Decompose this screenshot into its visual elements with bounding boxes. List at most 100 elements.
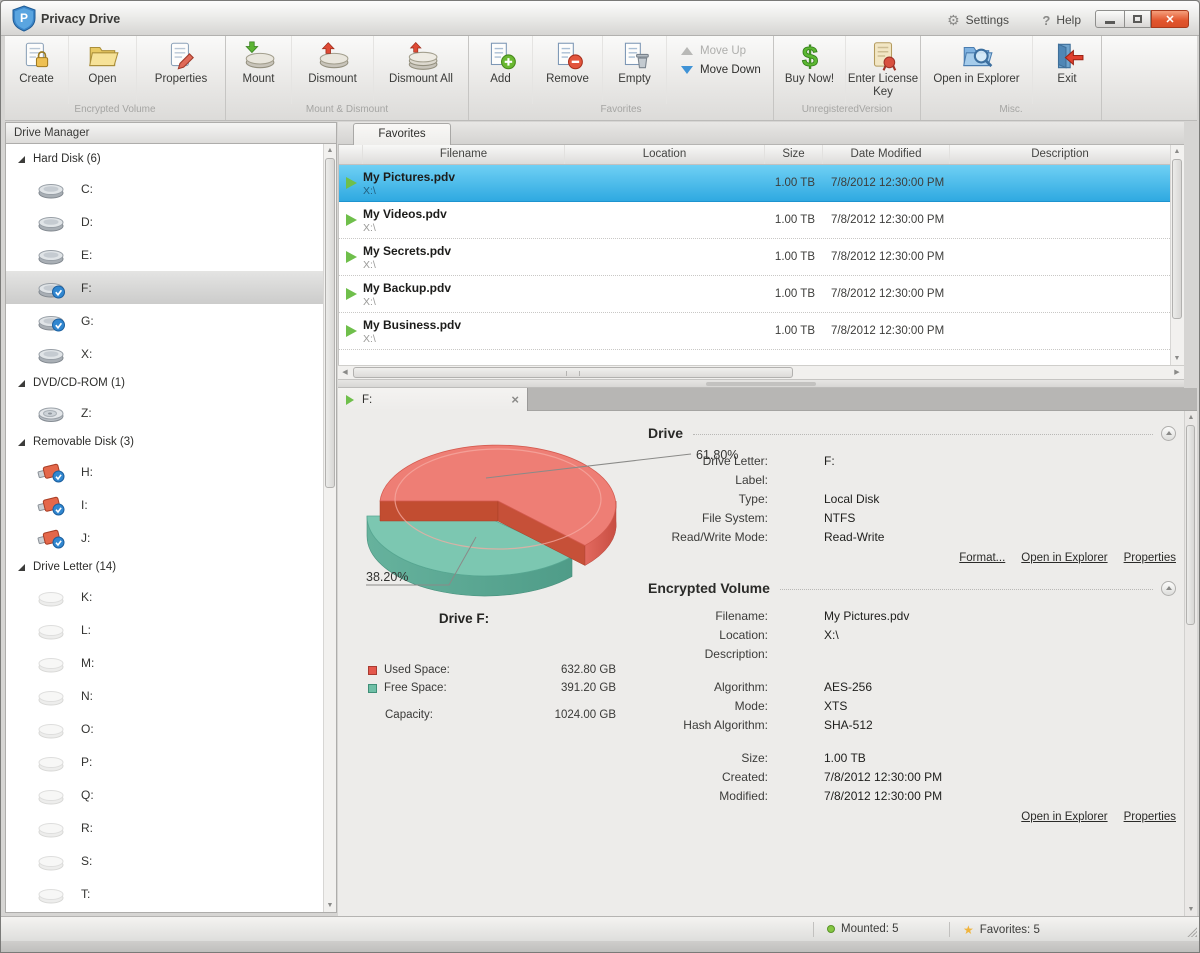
close-tab-icon[interactable]: × bbox=[511, 392, 519, 407]
properties-link[interactable]: Properties bbox=[1124, 552, 1176, 564]
table-vertical-scrollbar[interactable]: ▲ ▼ bbox=[1170, 145, 1184, 365]
empty-favorites-button[interactable]: Empty bbox=[603, 36, 667, 104]
field-label: File System: bbox=[648, 511, 768, 525]
status-separator bbox=[813, 922, 814, 937]
table-horizontal-scrollbar[interactable]: ◀ ▶ bbox=[338, 365, 1184, 379]
dismount-all-icon bbox=[404, 41, 438, 71]
tree-item-drive[interactable]: X: bbox=[6, 337, 336, 370]
toolbar-group-mount-dismount: Mount Dismount bbox=[226, 36, 469, 120]
buy-now-button[interactable]: $ Buy Now! bbox=[774, 36, 846, 104]
tree-group-removable[interactable]: Removable Disk (3) bbox=[6, 429, 336, 455]
empty-drive-icon bbox=[36, 586, 66, 608]
tree-group-drive-letter[interactable]: Drive Letter (14) bbox=[6, 554, 336, 580]
table-row[interactable]: My Videos.pdvX:\ 1.00 TB 7/8/2012 12:30:… bbox=[339, 202, 1170, 239]
collapse-button[interactable] bbox=[1161, 581, 1176, 596]
exit-button[interactable]: Exit bbox=[1033, 36, 1101, 104]
open-in-explorer-button[interactable]: Open in Explorer bbox=[921, 36, 1033, 104]
column-date-modified[interactable]: Date Modified bbox=[823, 145, 950, 164]
mount-button[interactable]: Mount bbox=[226, 36, 292, 104]
add-favorite-button[interactable]: Add bbox=[469, 36, 533, 104]
field-label: Description: bbox=[648, 647, 768, 661]
scrollbar-thumb[interactable] bbox=[325, 158, 335, 488]
tree-group-hard-disk[interactable]: Hard Disk (6) bbox=[6, 146, 336, 172]
tree-item-drive[interactable]: K: bbox=[6, 580, 336, 613]
properties-button[interactable]: Properties bbox=[137, 36, 225, 104]
window-controls: ✕ bbox=[1095, 10, 1189, 28]
scroll-up-arrow[interactable]: ▲ bbox=[324, 144, 336, 157]
tree-item-drive[interactable]: L: bbox=[6, 613, 336, 646]
table-row[interactable]: My Pictures.pdvX:\ 1.00 TB 7/8/2012 12:3… bbox=[339, 165, 1170, 202]
resize-grip[interactable] bbox=[1185, 925, 1197, 937]
removable-disk-icon bbox=[36, 494, 66, 516]
toolbar-group-unregistered: $ Buy Now! Enter License Key Unregistere… bbox=[774, 36, 921, 120]
tree-item-drive[interactable]: G: bbox=[6, 304, 336, 337]
scroll-up-arrow[interactable]: ▲ bbox=[1185, 411, 1197, 424]
minimize-button[interactable] bbox=[1095, 10, 1125, 28]
move-down-button[interactable]: Move Down bbox=[681, 64, 773, 76]
tree-item-drive[interactable]: R: bbox=[6, 811, 336, 844]
create-button[interactable]: Create bbox=[5, 36, 69, 104]
scroll-down-arrow[interactable]: ▼ bbox=[1185, 903, 1197, 916]
tab-drive-f[interactable]: F: × bbox=[338, 388, 528, 411]
tree-item-drive[interactable]: H: bbox=[6, 455, 336, 488]
scrollbar-thumb[interactable] bbox=[1186, 425, 1195, 625]
legend-capacity: Capacity: 1024.00 GB bbox=[368, 706, 616, 724]
properties-link[interactable]: Properties bbox=[1124, 811, 1176, 823]
column-description[interactable]: Description bbox=[950, 145, 1170, 164]
move-up-button[interactable]: Move Up bbox=[681, 45, 773, 57]
tree-item-drive[interactable]: Q: bbox=[6, 778, 336, 811]
help-button[interactable]: ? Help bbox=[1042, 11, 1081, 29]
chevron-up-icon bbox=[1166, 431, 1172, 435]
tree-item-drive[interactable]: T: bbox=[6, 877, 336, 910]
tab-favorites[interactable]: Favorites bbox=[353, 123, 451, 145]
drive-manager-panel: Drive Manager Hard Disk (6) C: D: E: F: … bbox=[5, 122, 337, 913]
maximize-button[interactable] bbox=[1125, 10, 1151, 28]
tree-item-drive[interactable]: S: bbox=[6, 844, 336, 877]
open-button[interactable]: Open bbox=[69, 36, 137, 104]
close-button[interactable]: ✕ bbox=[1151, 10, 1189, 28]
tree-item-drive[interactable]: E: bbox=[6, 238, 336, 271]
tree-item-drive[interactable]: C: bbox=[6, 172, 336, 205]
tree-item-drive[interactable]: P: bbox=[6, 745, 336, 778]
tree-group-dvd[interactable]: DVD/CD-ROM (1) bbox=[6, 370, 336, 396]
scrollbar-thumb[interactable] bbox=[1172, 159, 1182, 319]
details-scrollbar[interactable]: ▲ ▼ bbox=[1184, 411, 1197, 916]
collapse-button[interactable] bbox=[1161, 426, 1176, 441]
dismount-button[interactable]: Dismount bbox=[292, 36, 374, 104]
divider bbox=[780, 589, 1153, 590]
tree-item-drive[interactable]: M: bbox=[6, 646, 336, 679]
star-icon: ★ bbox=[963, 923, 974, 937]
dismount-all-button[interactable]: Dismount All bbox=[374, 36, 468, 104]
tree-item-drive[interactable]: D: bbox=[6, 205, 336, 238]
open-in-explorer-link[interactable]: Open in Explorer bbox=[1021, 811, 1107, 823]
table-row[interactable]: My Secrets.pdvX:\ 1.00 TB 7/8/2012 12:30… bbox=[339, 239, 1170, 276]
sidebar-scrollbar[interactable]: ▲ ▼ bbox=[323, 144, 336, 912]
format-link[interactable]: Format... bbox=[959, 552, 1005, 564]
scrollbar-thumb[interactable] bbox=[353, 367, 793, 378]
table-row[interactable]: My Business.pdvX:\ 1.00 TB 7/8/2012 12:3… bbox=[339, 313, 1170, 350]
scroll-left-arrow[interactable]: ◀ bbox=[338, 366, 352, 379]
tree-item-drive[interactable]: U: bbox=[6, 910, 336, 913]
column-size[interactable]: Size bbox=[765, 145, 823, 164]
tree-item-drive[interactable]: O: bbox=[6, 712, 336, 745]
scroll-down-arrow[interactable]: ▼ bbox=[324, 899, 336, 912]
scroll-up-arrow[interactable]: ▲ bbox=[1171, 145, 1183, 158]
column-filename[interactable]: Filename bbox=[363, 145, 565, 164]
column-location[interactable]: Location bbox=[565, 145, 765, 164]
splitter-handle[interactable] bbox=[338, 379, 1184, 388]
tree-item-drive[interactable]: J: bbox=[6, 521, 336, 554]
tree-item-drive[interactable]: Z: bbox=[6, 396, 336, 429]
scroll-down-arrow[interactable]: ▼ bbox=[1171, 352, 1183, 365]
tree-item-drive-selected[interactable]: F: bbox=[6, 271, 336, 304]
remove-favorite-button[interactable]: Remove bbox=[533, 36, 603, 104]
open-in-explorer-link[interactable]: Open in Explorer bbox=[1021, 552, 1107, 564]
settings-button[interactable]: ⚙ Settings bbox=[947, 11, 1009, 29]
tree-item-drive[interactable]: N: bbox=[6, 679, 336, 712]
column-icon[interactable] bbox=[339, 145, 363, 164]
scroll-right-arrow[interactable]: ▶ bbox=[1170, 366, 1184, 379]
table-row[interactable]: My Backup.pdvX:\ 1.00 TB 7/8/2012 12:30:… bbox=[339, 276, 1170, 313]
tree-item-drive[interactable]: I: bbox=[6, 488, 336, 521]
field-label: Created: bbox=[648, 770, 768, 784]
enter-license-key-button[interactable]: Enter License Key bbox=[846, 36, 920, 104]
hard-disk-icon bbox=[36, 178, 66, 200]
